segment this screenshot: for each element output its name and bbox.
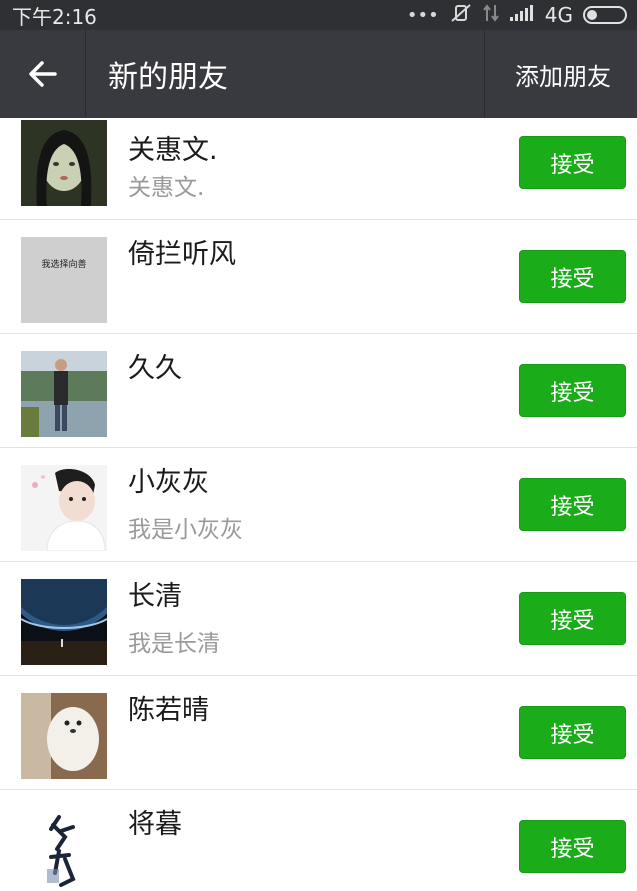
- accept-button[interactable]: 接受: [519, 250, 626, 303]
- status-icons: ••• 4G: [407, 3, 627, 28]
- accept-button[interactable]: 接受: [519, 592, 626, 645]
- avatar[interactable]: [21, 465, 107, 551]
- list-item[interactable]: 小灰灰 我是小灰灰 接受: [0, 448, 637, 562]
- list-item[interactable]: 久久 接受: [0, 334, 637, 448]
- back-arrow-icon: [28, 61, 57, 87]
- page-title: 新的朋友: [108, 60, 228, 95]
- back-button[interactable]: [0, 30, 86, 118]
- request-name: 久久: [128, 353, 182, 384]
- status-bar: 下午2:16 ••• 4G: [0, 0, 637, 30]
- status-time: 下午2:16: [12, 4, 97, 29]
- avatar[interactable]: [21, 120, 107, 206]
- list-item[interactable]: 将暮 接受: [0, 790, 637, 891]
- request-message: 关惠文.: [128, 175, 205, 201]
- request-name: 小灰灰: [128, 467, 209, 498]
- avatar[interactable]: [21, 807, 107, 891]
- avatar[interactable]: [21, 693, 107, 779]
- accept-button[interactable]: 接受: [519, 706, 626, 759]
- accept-button[interactable]: 接受: [519, 820, 626, 873]
- avatar[interactable]: 我选择向善: [21, 237, 107, 323]
- data-arrows-icon: [482, 3, 499, 28]
- request-name: 将暮: [128, 809, 182, 840]
- request-name: 关惠文.: [128, 135, 218, 166]
- request-name: 长清: [128, 581, 182, 612]
- accept-button[interactable]: 接受: [519, 478, 626, 531]
- top-navigation-bar: 新的朋友 添加朋友: [0, 30, 637, 118]
- list-item[interactable]: 陈若晴 接受: [0, 676, 637, 790]
- request-name: 倚拦听风: [128, 239, 236, 270]
- request-message: 我是长清: [128, 631, 220, 657]
- add-friends-button[interactable]: 添加朋友: [484, 30, 637, 118]
- list-item[interactable]: 关惠文. 关惠文. 接受: [0, 118, 637, 220]
- request-name: 陈若晴: [128, 695, 209, 726]
- request-message: 我是小灰灰: [128, 517, 243, 543]
- list-item[interactable]: 我选择向善 倚拦听风 接受: [0, 220, 637, 334]
- list-item[interactable]: 长清 我是长清 接受: [0, 562, 637, 676]
- signal-icon: [509, 4, 535, 27]
- avatar-caption: 我选择向善: [41, 258, 86, 270]
- mute-vibrate-icon: [449, 3, 473, 28]
- network-label: 4G: [544, 3, 573, 27]
- avatar[interactable]: [21, 351, 107, 437]
- battery-icon: [583, 6, 627, 24]
- dots-icon: •••: [406, 4, 439, 26]
- accept-button[interactable]: 接受: [519, 364, 626, 417]
- avatar[interactable]: [21, 579, 107, 665]
- accept-button[interactable]: 接受: [519, 136, 626, 189]
- friend-request-list: 关惠文. 关惠文. 接受 我选择向善 倚拦听风 接受 久久 接受 小灰灰 我是小…: [0, 118, 637, 891]
